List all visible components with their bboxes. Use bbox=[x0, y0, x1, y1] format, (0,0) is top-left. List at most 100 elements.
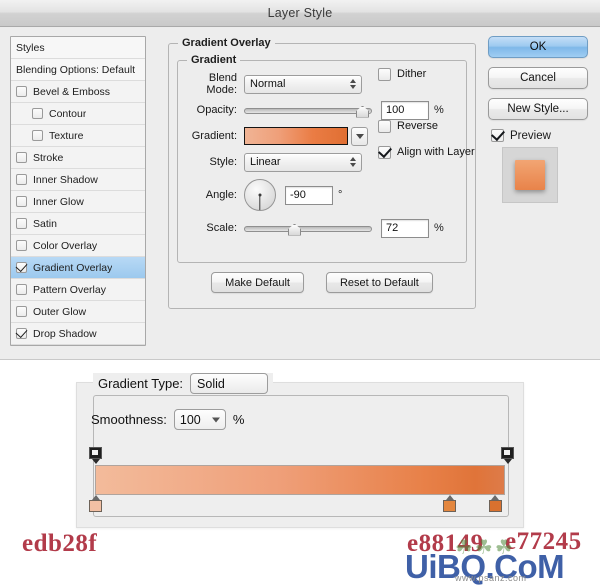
color-stop-swatch bbox=[488, 500, 502, 512]
style-checkbox[interactable] bbox=[16, 262, 27, 273]
blending-options-row[interactable]: Blending Options: Default bbox=[11, 59, 145, 81]
gradient-preview-bar[interactable] bbox=[95, 465, 505, 495]
gradient-overlay-groupbox: Gradient Overlay Gradient Blend Mode: No… bbox=[168, 37, 476, 309]
dialog-body: Styles Blending Options: Default Bevel &… bbox=[0, 28, 600, 359]
cancel-button[interactable]: Cancel bbox=[488, 67, 588, 89]
angle-dial-needle bbox=[259, 195, 261, 210]
style-row-inner-shadow[interactable]: Inner Shadow bbox=[11, 169, 145, 191]
style-row-label: Color Overlay bbox=[33, 239, 98, 252]
scale-input[interactable]: 72 bbox=[381, 218, 429, 238]
angle-row: Angle: -90 ° bbox=[178, 175, 466, 215]
style-row-drop-shadow[interactable]: Drop Shadow bbox=[11, 323, 145, 345]
color-stop[interactable] bbox=[488, 495, 502, 513]
chevron-down-icon bbox=[211, 417, 220, 422]
gradient-type-select[interactable]: Solid bbox=[190, 373, 269, 394]
style-checkbox[interactable] bbox=[16, 240, 27, 251]
style-row-texture[interactable]: Texture bbox=[11, 125, 145, 147]
preview-checkbox[interactable] bbox=[491, 129, 504, 142]
styles-header-label: Styles bbox=[16, 41, 45, 54]
gradient-type-row: Gradient Type: Solid bbox=[93, 373, 274, 394]
stepper-arrows-icon bbox=[349, 78, 356, 90]
angle-value: -90 bbox=[290, 189, 306, 201]
gradient-swatch[interactable] bbox=[244, 127, 348, 145]
style-select[interactable]: Linear bbox=[244, 152, 362, 172]
smoothness-input[interactable]: 100 bbox=[173, 409, 226, 430]
new-style-button[interactable]: New Style... bbox=[488, 98, 588, 120]
angle-unit: ° bbox=[338, 189, 343, 201]
gradient-type-value: Solid bbox=[197, 376, 225, 391]
style-checkbox[interactable] bbox=[16, 174, 27, 185]
reset-to-default-button[interactable]: Reset to Default bbox=[325, 272, 433, 293]
angle-dial[interactable] bbox=[244, 179, 276, 211]
styles-list-header[interactable]: Styles bbox=[11, 37, 145, 59]
style-row-label: Contour bbox=[49, 107, 87, 120]
opacity-stop-pointer bbox=[503, 459, 512, 464]
scale-slider[interactable] bbox=[244, 219, 372, 238]
ok-button[interactable]: OK bbox=[488, 36, 588, 58]
align-row[interactable]: Align with Layer bbox=[378, 139, 498, 165]
style-checkbox[interactable] bbox=[16, 86, 27, 97]
preview-label: Preview bbox=[510, 129, 551, 142]
color-stop[interactable] bbox=[443, 495, 457, 513]
style-row-outer-glow[interactable]: Outer Glow bbox=[11, 301, 145, 323]
hex-color-caption: edb28f bbox=[22, 530, 98, 557]
stepper-arrows-icon bbox=[349, 156, 356, 168]
style-value: Linear bbox=[250, 156, 281, 168]
gradient-picker-button[interactable] bbox=[351, 126, 368, 146]
style-checkbox[interactable] bbox=[32, 108, 43, 119]
reverse-row[interactable]: Reverse bbox=[378, 113, 498, 139]
style-checkbox[interactable] bbox=[16, 306, 27, 317]
preview-row[interactable]: Preview bbox=[491, 129, 590, 142]
gradient-strip-area[interactable] bbox=[89, 447, 514, 515]
style-checkbox[interactable] bbox=[16, 152, 27, 163]
style-row-label: Drop Shadow bbox=[33, 327, 97, 340]
reverse-checkbox[interactable] bbox=[378, 119, 391, 133]
style-row-label: Texture bbox=[49, 129, 84, 142]
styles-list[interactable]: Styles Blending Options: Default Bevel &… bbox=[10, 36, 146, 346]
opacity-stop-swatch bbox=[89, 447, 102, 459]
smoothness-label: Smoothness: bbox=[91, 412, 167, 427]
style-checkbox[interactable] bbox=[16, 328, 27, 339]
style-row-satin[interactable]: Satin bbox=[11, 213, 145, 235]
style-row-inner-glow[interactable]: Inner Glow bbox=[11, 191, 145, 213]
opacity-slider-track bbox=[244, 107, 372, 114]
style-checkbox[interactable] bbox=[32, 130, 43, 141]
gradient-options-column: Dither Reverse Align with Layer bbox=[378, 61, 498, 165]
opacity-stop-swatch bbox=[501, 447, 514, 459]
opacity-slider[interactable] bbox=[244, 101, 372, 120]
align-with-layer-checkbox[interactable] bbox=[378, 145, 391, 159]
style-row-label: Gradient Overlay bbox=[33, 261, 113, 274]
style-checkbox[interactable] bbox=[16, 284, 27, 295]
align-with-layer-label: Align with Layer bbox=[397, 146, 475, 158]
dialog-title: Layer Style bbox=[267, 6, 333, 20]
make-default-button[interactable]: Make Default bbox=[211, 272, 304, 293]
style-row-pattern-overlay[interactable]: Pattern Overlay bbox=[11, 279, 145, 301]
blend-mode-select[interactable]: Normal bbox=[244, 74, 362, 94]
dialog-buttons-column: OK Cancel New Style... Preview bbox=[482, 36, 590, 359]
smoothness-unit: % bbox=[232, 412, 245, 427]
dither-row[interactable]: Dither bbox=[378, 61, 498, 87]
style-row-contour[interactable]: Contour bbox=[11, 103, 145, 125]
opacity-stop[interactable] bbox=[501, 447, 514, 465]
reverse-label: Reverse bbox=[397, 120, 438, 132]
angle-input[interactable]: -90 bbox=[285, 185, 333, 205]
dialog-titlebar: Layer Style bbox=[0, 0, 600, 27]
opacity-stop[interactable] bbox=[89, 447, 102, 465]
scale-value: 72 bbox=[386, 222, 399, 234]
style-row-gradient-overlay[interactable]: Gradient Overlay bbox=[11, 257, 145, 279]
color-stop[interactable] bbox=[89, 495, 102, 513]
styles-column: Styles Blending Options: Default Bevel &… bbox=[10, 36, 146, 359]
style-checkbox[interactable] bbox=[16, 196, 27, 207]
style-row-color-overlay[interactable]: Color Overlay bbox=[11, 235, 145, 257]
style-row-label: Pattern Overlay bbox=[33, 283, 106, 296]
preview-thumbnail bbox=[502, 147, 558, 203]
blend-mode-label: Blend Mode: bbox=[206, 72, 237, 96]
scale-slider-track bbox=[244, 225, 372, 232]
style-row-bevel-emboss[interactable]: Bevel & Emboss bbox=[11, 81, 145, 103]
style-checkbox[interactable] bbox=[16, 218, 27, 229]
style-row-stroke[interactable]: Stroke bbox=[11, 147, 145, 169]
dither-checkbox[interactable] bbox=[378, 67, 391, 81]
angle-dial-center bbox=[258, 193, 262, 197]
style-row-label: Outer Glow bbox=[33, 305, 87, 318]
gradient-type-label: Gradient Type: bbox=[98, 376, 184, 391]
